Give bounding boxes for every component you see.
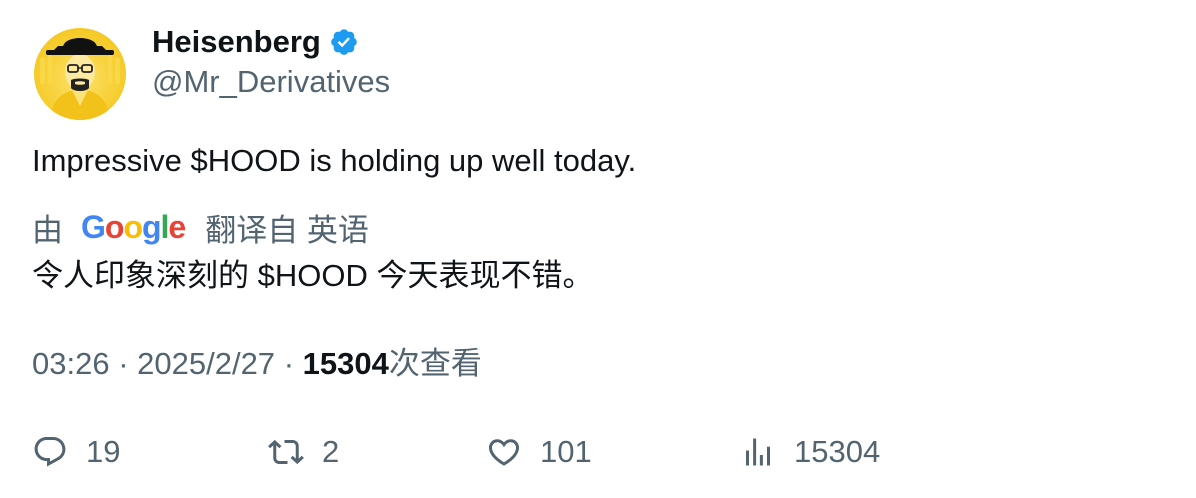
translation-attribution: 由 Google 翻译自 英语 (32, 205, 369, 250)
tweet-meta: 03:26 · 2025/2/27 · 15304次查看 (32, 344, 482, 384)
translation-prefix: 由 (32, 212, 63, 248)
avatar-image (34, 28, 126, 120)
views-count: 15304 (302, 346, 389, 381)
tweet-time[interactable]: 03:26 (32, 346, 110, 381)
retweet-count: 2 (322, 434, 340, 469)
author-avatar[interactable] (34, 28, 126, 120)
reply-count: 19 (86, 434, 121, 469)
google-logo: Google (81, 209, 186, 245)
meta-separator: · (283, 346, 303, 381)
like-count: 101 (540, 434, 592, 469)
translated-text: 令人印象深刻的 $HOOD 今天表现不错。 (32, 258, 594, 293)
views-label: 次查看 (388, 346, 482, 381)
author-handle[interactable]: @Mr_Derivatives (152, 62, 390, 102)
tweet-date[interactable]: 2025/2/27 (137, 346, 275, 381)
translation-source-link[interactable]: 翻译自 英语 (205, 205, 369, 250)
verified-badge-icon (329, 27, 359, 57)
analytics-icon (746, 438, 770, 466)
reply-button[interactable]: 19 (32, 432, 120, 472)
like-button[interactable]: 101 (486, 432, 592, 472)
retweet-button[interactable]: 2 (268, 432, 339, 472)
views-button[interactable]: 15304 (740, 432, 880, 472)
author-display-name[interactable]: Heisenberg (152, 22, 359, 62)
meta-separator: · (118, 346, 138, 381)
reply-icon (34, 437, 66, 467)
views-action-count: 15304 (794, 434, 881, 469)
retweet-icon (268, 439, 304, 465)
display-name-text: Heisenberg (152, 24, 321, 59)
heart-icon (488, 439, 520, 466)
tweet-text: Impressive $HOOD is holding up well toda… (32, 143, 637, 178)
